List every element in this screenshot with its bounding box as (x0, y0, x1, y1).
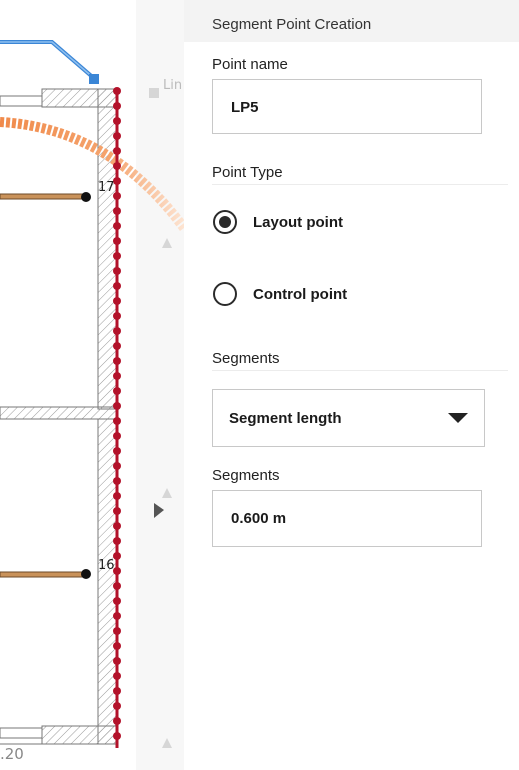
segment-point[interactable] (113, 627, 121, 635)
segment-point-panel: Segment Point Creation Point name LP5 Po… (184, 0, 519, 770)
control-point-radio[interactable]: Control point (212, 281, 492, 311)
ruler-label: .20 (0, 745, 24, 763)
segment-point[interactable] (113, 582, 121, 590)
drawing-canvas[interactable]: 17 16 .20 Lin (0, 0, 184, 770)
segment-point[interactable] (113, 462, 121, 470)
segment-point[interactable] (113, 282, 121, 290)
segment-point[interactable] (113, 717, 121, 725)
segment-point[interactable] (113, 312, 121, 320)
segment-point[interactable] (113, 372, 121, 380)
segment-point[interactable] (113, 522, 121, 530)
point-type-divider (212, 184, 508, 185)
segment-point[interactable] (113, 207, 121, 215)
segments-mode-select[interactable]: Segment length (212, 389, 485, 447)
segment-point[interactable] (113, 162, 121, 170)
segment-point[interactable] (113, 597, 121, 605)
chevron-down-icon (448, 413, 468, 423)
radio-unselected-icon (213, 282, 237, 306)
panel-title: Segment Point Creation (212, 16, 372, 33)
point-label-16: 16 (98, 558, 115, 573)
segment-point[interactable] (113, 537, 121, 545)
segments-length-value: 0.600 m (231, 510, 287, 527)
pipe-17[interactable] (0, 193, 87, 200)
segment-point[interactable] (113, 402, 121, 410)
ghost-label: Lin (163, 78, 183, 93)
segment-point[interactable] (113, 387, 121, 395)
segment-point[interactable] (113, 147, 121, 155)
pipe-16[interactable] (0, 571, 87, 578)
layout-point-radio[interactable]: Layout point (212, 209, 492, 239)
segment-point[interactable] (113, 237, 121, 245)
segment-point[interactable] (113, 672, 121, 680)
segment-point[interactable] (113, 87, 121, 95)
control-point-label: Control point (253, 286, 348, 303)
segment-point[interactable] (113, 702, 121, 710)
point-name-input[interactable]: LP5 (212, 79, 482, 134)
segment-point[interactable] (113, 732, 121, 740)
segment-point[interactable] (113, 117, 121, 125)
segment-point[interactable] (113, 477, 121, 485)
segment-point[interactable] (113, 102, 121, 110)
segment-point[interactable] (113, 432, 121, 440)
segment-point[interactable] (113, 297, 121, 305)
layout-point-label: Layout point (253, 214, 343, 231)
segments-length-input[interactable]: 0.600 m (212, 490, 482, 547)
segment-point[interactable] (113, 687, 121, 695)
segment-point[interactable] (113, 447, 121, 455)
point-label-17: 17 (98, 180, 115, 195)
segment-point[interactable] (113, 357, 121, 365)
segment-point[interactable] (113, 222, 121, 230)
segment-point[interactable] (113, 642, 121, 650)
segment-point[interactable] (113, 342, 121, 350)
segment-point[interactable] (113, 507, 121, 515)
segment-point[interactable] (113, 657, 121, 665)
panel-header: Segment Point Creation (184, 0, 519, 42)
blue-path[interactable] (0, 40, 98, 82)
segment-point[interactable] (113, 417, 121, 425)
segments-divider (212, 370, 508, 371)
segment-point[interactable] (113, 327, 121, 335)
point-name-label: Point name (212, 56, 288, 73)
radio-selected-icon (213, 210, 237, 234)
canvas-drawing (0, 0, 184, 770)
segment-point[interactable] (113, 492, 121, 500)
segments-mode-value: Segment length (229, 410, 342, 427)
segment-point[interactable] (113, 252, 121, 260)
segment-point[interactable] (113, 612, 121, 620)
segment-point[interactable] (113, 267, 121, 275)
point-name-value: LP5 (231, 99, 259, 116)
segments-field-label: Segments (212, 467, 280, 484)
point-type-title: Point Type (212, 164, 283, 181)
segments-title: Segments (212, 350, 280, 367)
segment-point[interactable] (113, 132, 121, 140)
